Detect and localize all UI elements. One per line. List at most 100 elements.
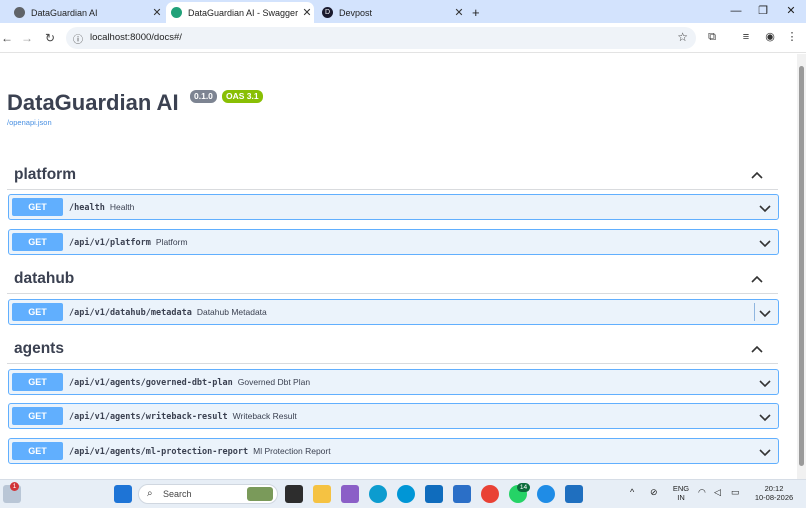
language-indicator[interactable]: ENG IN — [671, 484, 691, 502]
operation-get-governed-dbt-plan[interactable]: GET /api/v1/agents/governed-dbt-plan Gove… — [8, 369, 779, 395]
close-tab-icon[interactable]: ✕ — [452, 6, 466, 19]
clock-date: 10-08-2026 — [754, 493, 794, 502]
site-info-icon[interactable]: ⓘ — [73, 31, 83, 46]
operation-get-ml-protection-report[interactable]: GET /api/v1/agents/ml-protection-report M… — [8, 438, 779, 464]
swagger-icon — [171, 7, 182, 18]
hp-icon[interactable] — [397, 485, 415, 503]
store-icon[interactable] — [453, 485, 471, 503]
app-icon[interactable] — [341, 485, 359, 503]
api-title: DataGuardian AI — [7, 90, 179, 115]
chevron-down-icon[interactable] — [758, 410, 772, 424]
operation-path: /api/v1/platform — [69, 238, 151, 248]
tag-section-agents[interactable]: agents — [7, 334, 778, 364]
start-button-icon[interactable] — [114, 485, 132, 503]
tab-title: DataGuardian AI - Swagger UI — [188, 7, 300, 18]
bookmark-star-icon[interactable]: ☆ — [677, 30, 688, 44]
version-badge: 0.1.0 — [190, 90, 217, 103]
volume-icon[interactable]: ◁ — [714, 488, 721, 497]
new-tab-button[interactable]: + — [472, 2, 486, 23]
close-window-icon[interactable]: ✕ — [781, 3, 801, 19]
extensions-icon[interactable]: ⧉ — [704, 29, 720, 45]
address-bar[interactable]: ⓘ localhost:8000/docs#/ ☆ — [66, 27, 696, 49]
chrome-icon[interactable] — [481, 485, 499, 503]
address-toolbar: ← → ↻ ⓘ localhost:8000/docs#/ ☆ ⧉ ≡ ◉ ⋮ — [0, 23, 806, 53]
tag-section-datahub[interactable]: datahub — [7, 264, 778, 294]
close-tab-icon[interactable]: ✕ — [300, 6, 314, 19]
method-badge: GET — [12, 198, 63, 216]
scrollbar-thumb[interactable] — [799, 66, 804, 466]
profile-icon[interactable]: ◉ — [762, 29, 778, 45]
method-badge: GET — [12, 442, 63, 460]
task-view-icon[interactable] — [285, 485, 303, 503]
reload-icon[interactable]: ↻ — [43, 30, 57, 46]
swagger-page: DataGuardian AI 0.1.0 OAS 3.1 /openapi.j… — [0, 54, 797, 479]
tag-name: platform — [14, 166, 76, 183]
method-badge: GET — [12, 303, 63, 321]
url-text[interactable]: localhost:8000/docs#/ — [90, 32, 182, 43]
operation-summary: Governed Dbt Plan — [237, 377, 311, 387]
vscode-icon[interactable] — [565, 485, 583, 503]
operation-get-platform[interactable]: GET /api/v1/platform Platform — [8, 229, 779, 255]
operation-summary: Health — [109, 202, 135, 212]
operation-path: /health — [69, 203, 105, 213]
chevron-down-icon[interactable] — [758, 236, 772, 250]
forward-icon[interactable]: → — [20, 30, 34, 46]
battery-icon[interactable]: ▭ — [731, 488, 740, 497]
page-scrollbar[interactable] — [797, 54, 806, 479]
chevron-down-icon[interactable] — [758, 201, 772, 215]
operation-path: /api/v1/agents/ml-protection-report — [69, 447, 249, 457]
chevron-up-icon[interactable] — [750, 169, 764, 183]
tab-title: Devpost — [339, 7, 373, 18]
close-tab-icon[interactable]: ✕ — [150, 6, 164, 19]
tab-dataguardian[interactable]: DataGuardian AI ✕ — [14, 2, 164, 23]
edge-beta-icon[interactable] — [537, 485, 555, 503]
chevron-down-icon[interactable] — [758, 376, 772, 390]
minimize-icon[interactable]: — — [726, 3, 746, 19]
operation-get-writeback-result[interactable]: GET /api/v1/agents/writeback-result Write… — [8, 403, 779, 429]
edge-icon[interactable] — [369, 485, 387, 503]
back-icon[interactable]: ← — [0, 30, 14, 46]
operation-path: /api/v1/agents/governed-dbt-plan — [69, 378, 233, 388]
operation-summary: Writeback Result — [232, 411, 297, 421]
chevron-up-icon[interactable] — [750, 273, 764, 287]
chevron-down-icon[interactable] — [758, 306, 772, 320]
devpost-icon: D — [322, 7, 333, 18]
wifi-icon[interactable]: ◠ — [698, 488, 706, 497]
outlook-icon[interactable] — [425, 485, 443, 503]
tab-swagger-ui[interactable]: DataGuardian AI - Swagger UI ✕ — [166, 2, 314, 23]
chevron-down-icon[interactable] — [758, 445, 772, 459]
method-badge: GET — [12, 373, 63, 391]
file-explorer-icon[interactable] — [313, 485, 331, 503]
oas-badge: OAS 3.1 — [222, 90, 263, 103]
tag-name: agents — [14, 340, 64, 357]
search-placeholder: Search — [163, 489, 192, 499]
tab-devpost[interactable]: D Devpost ✕ — [322, 2, 466, 23]
operation-get-health[interactable]: GET /health Health — [8, 194, 779, 220]
language-code: ENG — [672, 484, 690, 493]
search-highlight-image — [247, 487, 273, 501]
tag-section-platform[interactable]: platform — [7, 160, 778, 190]
windows-taskbar: 1 ⌕ Search 14 ^ ⊘ ENG IN ◠ ◁ ▭ 20:12 10-… — [0, 479, 806, 508]
tag-name: datahub — [14, 270, 75, 287]
operation-path: /api/v1/agents/writeback-result — [69, 412, 228, 422]
operation-get-datahub-metadata[interactable]: GET /api/v1/datahub/metadata Datahub Meta… — [8, 299, 779, 325]
method-badge: GET — [12, 233, 63, 251]
operation-summary: Datahub Metadata — [196, 307, 267, 317]
chevron-up-icon[interactable] — [750, 343, 764, 357]
globe-icon — [14, 7, 25, 18]
openapi-json-link[interactable]: /openapi.json — [7, 118, 52, 127]
operation-summary: Platform — [155, 237, 188, 247]
whatsapp-badge: 14 — [517, 483, 530, 492]
clock[interactable]: 20:12 10-08-2026 — [752, 484, 796, 502]
taskbar-search[interactable]: ⌕ Search — [138, 484, 278, 504]
restore-icon[interactable]: ❐ — [753, 3, 773, 19]
operation-path: /api/v1/datahub/metadata — [69, 308, 192, 318]
region-code: IN — [677, 493, 685, 502]
divider — [754, 303, 755, 321]
menu-icon[interactable]: ⋮ — [784, 29, 800, 45]
show-hidden-icons-icon[interactable]: ^ — [630, 488, 634, 497]
search-icon: ⌕ — [147, 488, 153, 499]
media-icon[interactable]: ≡ — [738, 29, 754, 45]
operation-summary: Ml Protection Report — [253, 446, 331, 456]
meet-now-icon[interactable]: ⊘ — [650, 488, 658, 497]
